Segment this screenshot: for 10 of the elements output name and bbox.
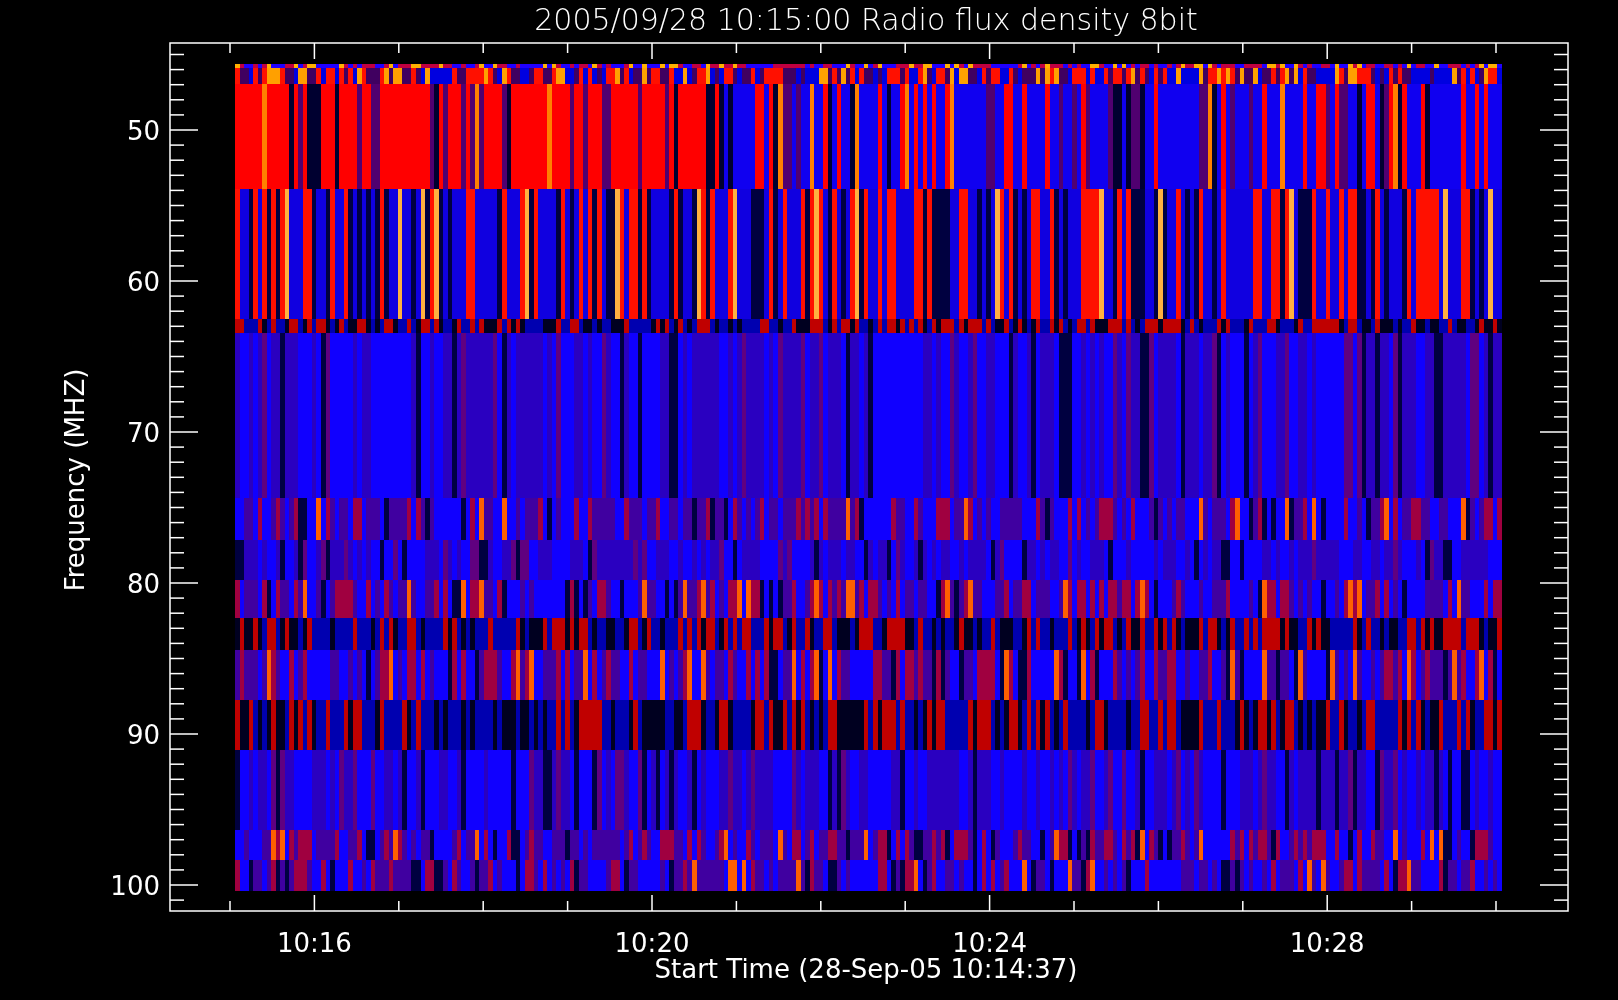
y-tick-label: 90 — [126, 720, 160, 750]
y-tick-label: 80 — [126, 569, 160, 599]
y-axis-label: Frequency (MHZ) — [60, 368, 90, 592]
chart-title: 2005/09/28 10:15:00 Radio flux density 8bit — [534, 2, 1198, 37]
y-tick-label: 60 — [126, 267, 160, 297]
x-tick-label: 10:16 — [276, 928, 352, 958]
y-tick-label: 50 — [126, 116, 160, 146]
y-tick-label: 100 — [110, 871, 160, 901]
x-tick-label: 10:28 — [1289, 928, 1365, 958]
y-tick-label: 70 — [126, 418, 160, 448]
